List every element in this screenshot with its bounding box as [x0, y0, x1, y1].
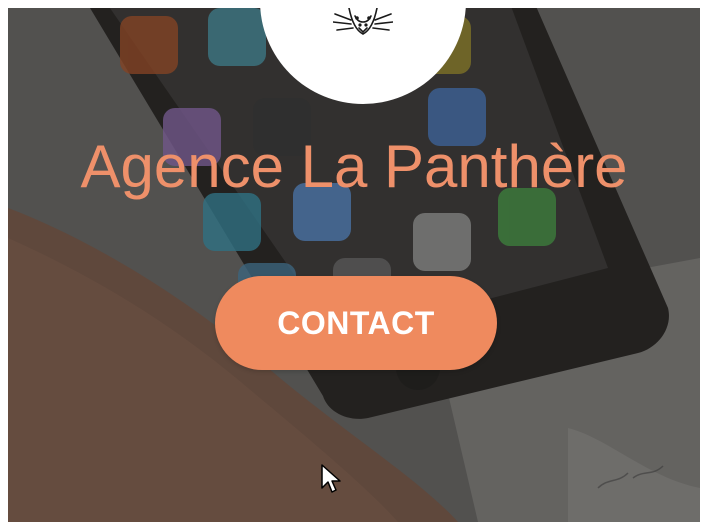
hero-section: Agence La Panthère CONTACT [8, 8, 700, 522]
contact-button[interactable]: CONTACT [215, 276, 497, 370]
page-frame: Agence La Panthère CONTACT [0, 0, 704, 524]
page-title: Agence La Panthère [80, 133, 628, 200]
panther-head-icon [333, 8, 393, 35]
mouse-pointer-icon [321, 464, 341, 493]
